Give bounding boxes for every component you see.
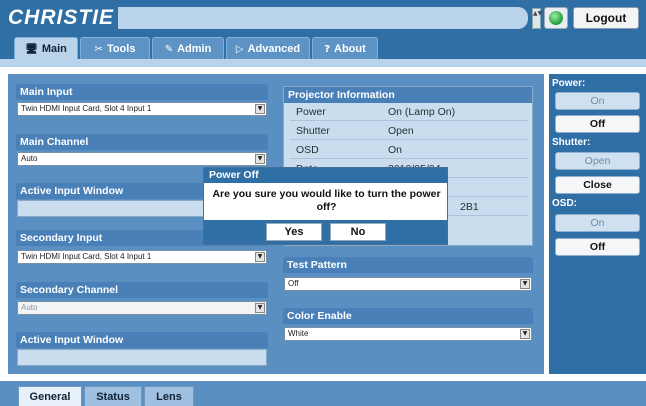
dialog-message: Are you sure you would like to turn the … <box>212 188 441 213</box>
modal-overlay: Power Off Are you sure you would like to… <box>0 0 646 406</box>
yes-button[interactable]: Yes <box>266 223 322 241</box>
dialog-button-bar: Yes No <box>204 220 447 244</box>
dialog-title: Power Off <box>204 168 447 183</box>
no-button[interactable]: No <box>330 223 386 241</box>
power-off-dialog: Power Off Are you sure you would like to… <box>203 167 448 245</box>
